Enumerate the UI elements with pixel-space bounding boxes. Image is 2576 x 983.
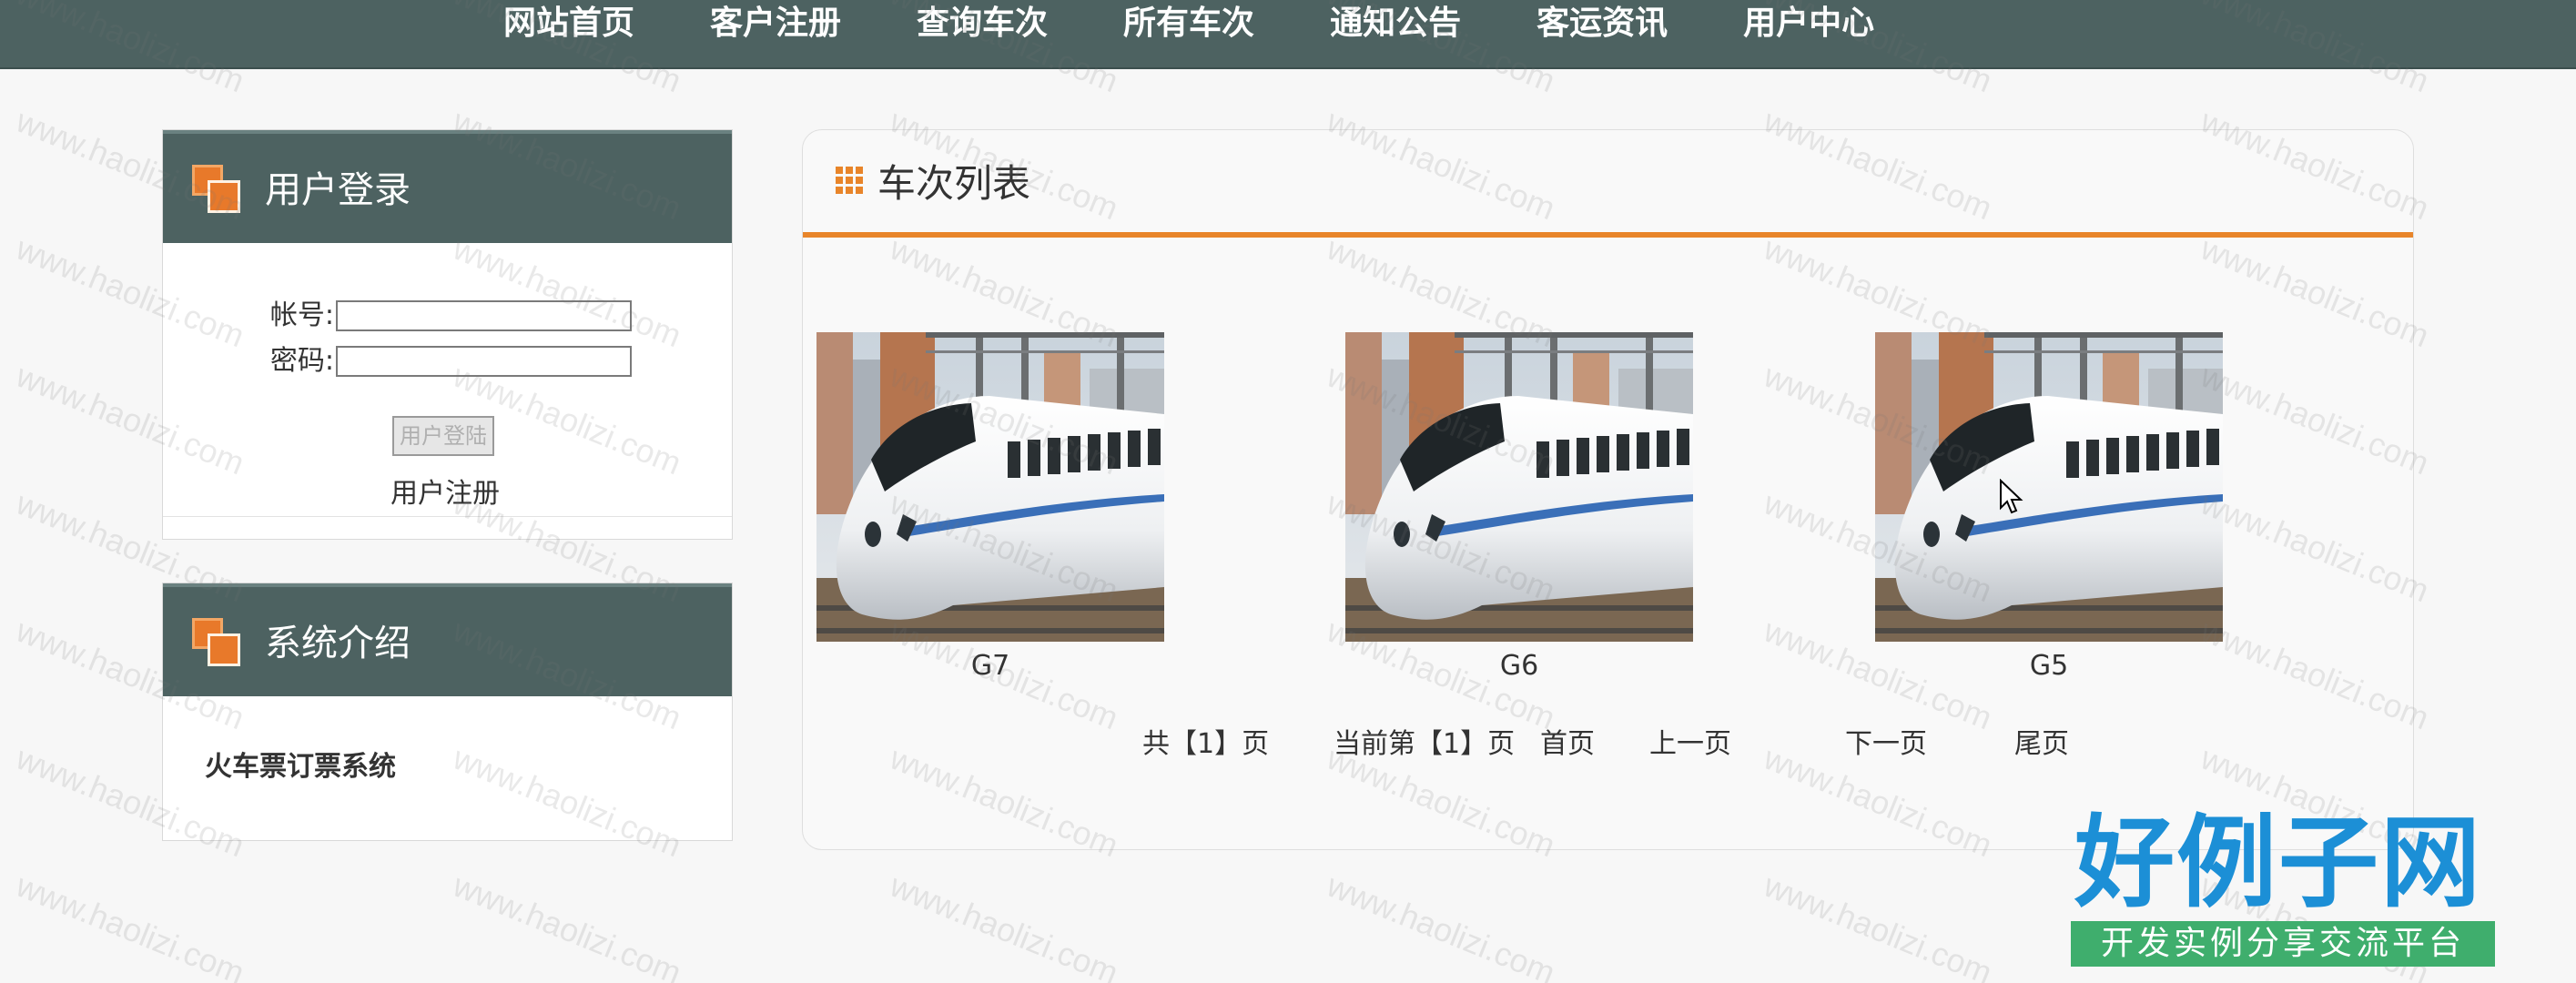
logo-name: 好例子网 <box>2074 805 2482 921</box>
login-box-title: 用户登录 <box>265 169 411 211</box>
nav-item-search-trains[interactable]: 查询车次 <box>917 0 1048 47</box>
top-nav: 网站首页 客户注册 查询车次 所有车次 通知公告 客运资讯 用户中心 <box>0 0 2576 69</box>
watermark-text: www.haolizi.com <box>11 866 250 983</box>
site-logo: 好例子网 开发实例分享交流平台 <box>2071 808 2499 972</box>
train-image[interactable] <box>1345 332 1693 642</box>
pager-next[interactable]: 下一页 <box>1845 726 1927 763</box>
logo-slogan: 开发实例分享交流平台 <box>2071 921 2495 967</box>
account-row: 帐号: <box>263 298 632 334</box>
nav-item-home[interactable]: 网站首页 <box>503 0 634 47</box>
train-card-g7[interactable]: G7 <box>816 332 1164 684</box>
password-input[interactable] <box>336 346 632 377</box>
login-box-header: 用户登录 <box>163 130 732 243</box>
train-name[interactable]: G7 <box>816 649 1164 684</box>
nav-item-news[interactable]: 客运资讯 <box>1536 0 1668 47</box>
train-image[interactable] <box>1875 332 2223 642</box>
login-box: 用户登录 帐号: 密码: 用户登陆 用户注册 <box>162 129 733 540</box>
train-card-g5[interactable]: G5 <box>1875 332 2223 684</box>
train-card-g6[interactable]: G6 <box>1345 332 1693 684</box>
nav-item-notices[interactable]: 通知公告 <box>1330 0 1461 47</box>
stacked-squares-icon <box>192 618 241 667</box>
intro-box-title: 系统介绍 <box>265 623 411 664</box>
watermark-text: www.haolizi.com <box>1322 866 1561 983</box>
stacked-squares-icon <box>192 165 241 214</box>
register-link[interactable]: 用户注册 <box>390 471 500 511</box>
nav-item-all-trains[interactable]: 所有车次 <box>1123 0 1254 47</box>
watermark-text: www.haolizi.com <box>885 866 1124 983</box>
nav-item-register[interactable]: 客户注册 <box>710 0 841 47</box>
page: 网站首页 客户注册 查询车次 所有车次 通知公告 客运资讯 用户中心 用户登录 … <box>0 0 2576 983</box>
login-button[interactable]: 用户登陆 <box>392 416 494 456</box>
train-list-header: 车次列表 <box>803 130 2413 238</box>
pager-total: 共【1】页 <box>1142 728 1270 760</box>
account-input[interactable] <box>336 300 632 331</box>
intro-text: 火车票订票系统 <box>205 751 396 783</box>
mouse-cursor-icon <box>2000 479 2023 514</box>
pager-current: 当前第【1】页 <box>1334 728 1516 760</box>
train-image[interactable] <box>816 332 1164 642</box>
watermark-text: www.haolizi.com <box>1759 866 1998 983</box>
password-label: 密码: <box>269 345 334 377</box>
train-list-title: 车次列表 <box>877 161 1031 206</box>
train-name[interactable]: G6 <box>1345 649 1693 684</box>
password-row: 密码: <box>263 343 632 380</box>
login-form: 帐号: 密码: 用户登陆 用户注册 <box>163 243 732 516</box>
train-name[interactable]: G5 <box>1875 649 2223 684</box>
intro-box: 系统介绍 火车票订票系统 <box>162 583 733 841</box>
account-label: 帐号: <box>269 299 334 331</box>
pager-first[interactable]: 首页 <box>1540 726 1595 763</box>
pager-last[interactable]: 尾页 <box>2014 726 2069 763</box>
intro-box-header: 系统介绍 <box>163 583 732 696</box>
intro-body: 火车票订票系统 <box>163 696 732 840</box>
pager-prev[interactable]: 上一页 <box>1649 726 1731 763</box>
watermark-text: www.haolizi.com <box>448 866 687 983</box>
nav-list: 网站首页 客户注册 查询车次 所有车次 通知公告 客运资讯 用户中心 <box>503 0 1950 47</box>
nav-item-user-center[interactable]: 用户中心 <box>1743 0 1874 47</box>
login-box-footer <box>163 516 732 539</box>
grid-icon <box>836 167 863 194</box>
